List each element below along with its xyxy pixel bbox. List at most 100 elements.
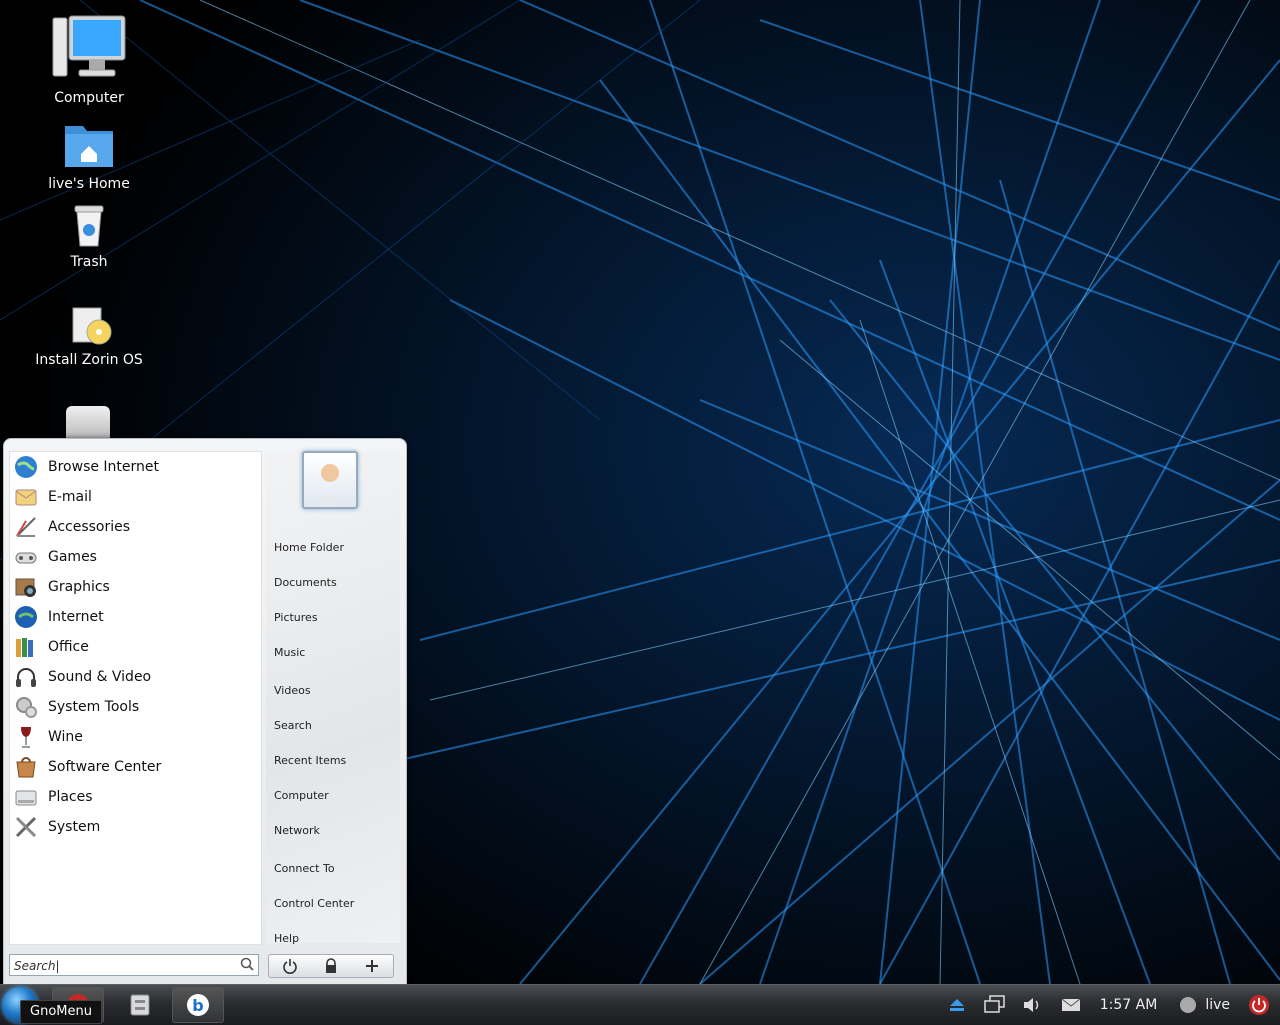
desktop-icon-label: live's Home (48, 176, 130, 192)
category-system-tools[interactable]: System Tools (10, 692, 261, 722)
place-recent-items[interactable]: Recent Items (274, 754, 346, 767)
network-icon (984, 995, 1005, 1013)
category-label: Accessories (48, 519, 131, 535)
shutdown-button[interactable] (1246, 993, 1272, 1017)
place-pictures[interactable]: Pictures (274, 611, 318, 624)
installer-icon (72, 307, 112, 345)
category-label: E-mail (48, 489, 92, 505)
desktop-icon-label: Computer (54, 90, 124, 106)
lock-button[interactable] (320, 957, 342, 975)
places-column: Home Folder Documents Pictures Music Vid… (266, 451, 400, 945)
taskbar-launcher-browser[interactable]: b (172, 987, 224, 1023)
wine-icon (21, 727, 31, 748)
software-center-icon (16, 757, 36, 778)
category-wine[interactable]: Wine (10, 722, 261, 752)
eject-button[interactable] (944, 993, 970, 1017)
category-browse-internet[interactable]: Browse Internet (10, 452, 261, 482)
gnomenu-panel: Browse Internet E-mail Accessories Games… (3, 438, 407, 986)
gnomenu-tooltip: GnoMenu (20, 1000, 102, 1024)
category-internet[interactable]: Internet (10, 602, 261, 632)
place-help[interactable]: Help (274, 932, 299, 945)
category-label: System Tools (48, 699, 140, 715)
desktop-icon-label: Trash (70, 254, 108, 270)
trash-icon (74, 205, 104, 247)
category-accessories[interactable]: Accessories (10, 512, 261, 542)
category-games[interactable]: Games (10, 542, 261, 572)
category-label: Internet (48, 609, 104, 625)
category-label: Software Center (48, 759, 162, 775)
place-videos[interactable]: Videos (274, 684, 311, 697)
user-avatar[interactable] (302, 451, 358, 509)
desktop-icon-computer[interactable]: Computer (14, 14, 164, 106)
desktop-icon-home[interactable]: live's Home (14, 120, 164, 192)
taskbar: b 1:57 AM live (0, 984, 1280, 1025)
add-button[interactable] (361, 957, 383, 975)
plus-icon (366, 960, 379, 972)
system-icon (15, 816, 37, 838)
place-music[interactable]: Music (274, 646, 305, 659)
category-office[interactable]: Office (10, 632, 261, 662)
envelope-icon (1061, 998, 1081, 1011)
internet-icon (15, 606, 37, 628)
desktop-icon-label: Install Zorin OS (35, 352, 143, 368)
office-icon (16, 638, 33, 657)
category-label: Places (48, 789, 93, 805)
desktop-icon-install-zorin[interactable]: Install Zorin OS (14, 300, 164, 368)
category-label: Sound & Video (48, 669, 152, 685)
category-sound-video[interactable]: Sound & Video (10, 662, 261, 692)
category-places[interactable]: Places (10, 782, 261, 812)
user-menu[interactable]: live (1205, 997, 1230, 1013)
user-status-icon (1175, 993, 1201, 1017)
place-computer[interactable]: Computer (274, 789, 329, 802)
system-tools-icon (16, 697, 37, 718)
gamepad-icon (15, 552, 37, 564)
system-tray: 1:57 AM live (938, 985, 1280, 1025)
volume-icon (1023, 998, 1039, 1012)
file-cabinet-icon (130, 994, 150, 1016)
category-label: Graphics (48, 579, 110, 595)
category-label: Office (48, 639, 89, 655)
graphics-icon (15, 578, 36, 597)
accessories-icon (16, 517, 36, 537)
computer-icon (52, 15, 126, 77)
search-box (9, 954, 259, 976)
category-list: Browse Internet E-mail Accessories Games… (9, 451, 262, 945)
place-home-folder[interactable]: Home Folder (274, 541, 344, 554)
globe-icon (15, 456, 37, 478)
desktop-icon-trash[interactable]: Trash (14, 202, 164, 270)
eject-icon (949, 999, 964, 1011)
taskbar-launcher-files[interactable] (114, 987, 166, 1023)
place-network[interactable]: Network (274, 824, 320, 837)
desktop-icon-partial (66, 406, 110, 438)
category-system[interactable]: System (10, 812, 261, 842)
place-search[interactable]: Search (274, 719, 312, 732)
category-graphics[interactable]: Graphics (10, 572, 261, 602)
volume-button[interactable] (1020, 993, 1046, 1017)
category-label: Wine (48, 729, 83, 745)
messages-button[interactable] (1058, 993, 1084, 1017)
place-documents[interactable]: Documents (274, 576, 337, 589)
category-email[interactable]: E-mail (10, 482, 261, 512)
user-avatar-icon (314, 464, 346, 507)
network-button[interactable] (982, 993, 1008, 1017)
power-button[interactable] (279, 957, 301, 975)
place-control-center[interactable]: Control Center (274, 897, 354, 910)
shutdown-icon (1249, 995, 1269, 1015)
home-folder-icon (65, 126, 113, 167)
category-label: System (48, 819, 101, 835)
session-actions (268, 954, 394, 978)
svg-text:b: b (192, 996, 203, 1015)
clock[interactable]: 1:57 AM (1100, 997, 1158, 1013)
places-icon (15, 790, 37, 806)
headphones-icon (16, 668, 36, 687)
search-input[interactable] (10, 957, 234, 975)
place-connect-to[interactable]: Connect To (274, 862, 335, 875)
power-icon (282, 959, 297, 974)
search-icon[interactable] (240, 957, 254, 971)
category-label: Browse Internet (48, 459, 160, 475)
category-label: Games (48, 549, 97, 565)
email-icon (15, 489, 37, 506)
browser-icon: b (187, 994, 209, 1016)
lock-icon (325, 958, 336, 973)
category-software-center[interactable]: Software Center (10, 752, 261, 782)
